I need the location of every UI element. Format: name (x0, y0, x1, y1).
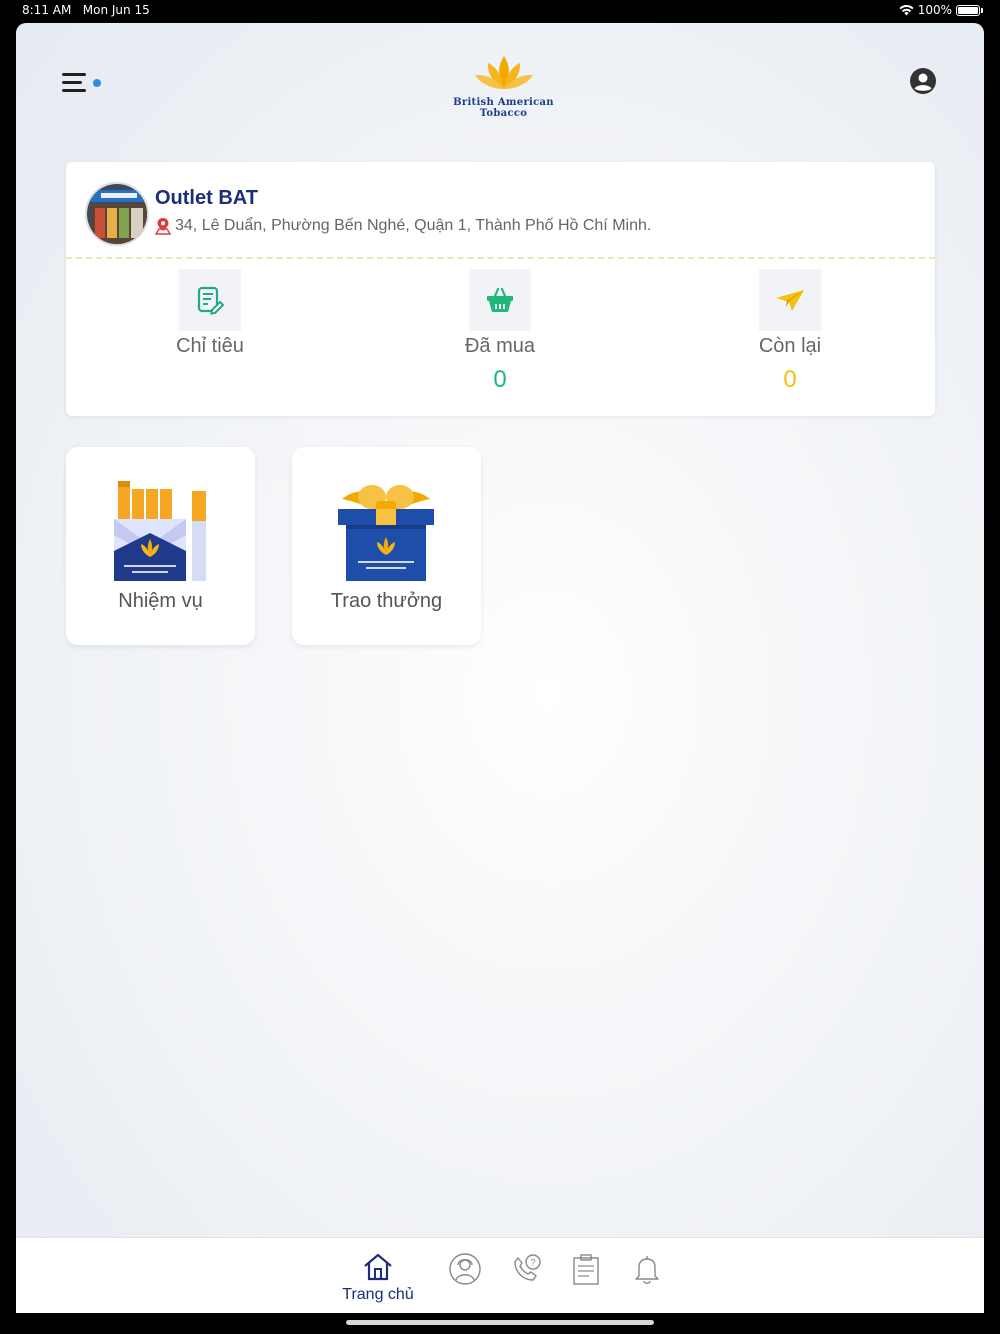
basket-icon (487, 287, 513, 312)
outlet-card: Outlet BAT 34, Lê Duẩn, Phường Bến Nghé,… (66, 162, 935, 416)
stat-purchased[interactable]: Đã mua 0 (420, 269, 580, 394)
cigarette-pack-icon (114, 481, 206, 581)
bat-leaf-icon (474, 56, 533, 89)
paper-plane-icon (776, 290, 804, 311)
app-header: British American Tobacco (16, 23, 984, 143)
stat-target-label: Chỉ tiêu (176, 335, 244, 357)
support-agent-icon (449, 1253, 481, 1285)
battery-icon (956, 4, 983, 16)
status-time: 8:11 AM Mon Jun 15 (22, 3, 150, 17)
target-notepad-icon (197, 286, 225, 315)
home-indicator[interactable] (346, 1320, 654, 1325)
phone-help-icon: ? (514, 1254, 541, 1281)
stat-target[interactable]: Chỉ tiêu (130, 269, 290, 366)
status-bar: 8:11 AM Mon Jun 15 100% (0, 0, 1000, 22)
nav-tasks[interactable] (566, 1252, 606, 1292)
logo-text-line2: Tobacco (479, 108, 528, 119)
outlet-address-text: 34, Lê Duẩn, Phường Bến Nghé, Quận 1, Th… (175, 217, 652, 234)
status-right: 100% (899, 3, 983, 17)
menu-button[interactable] (62, 71, 104, 95)
tile-missions[interactable]: Nhiệm vụ (66, 447, 255, 645)
notification-dot (93, 79, 101, 87)
outlet-name: Outlet BAT (155, 187, 258, 209)
stat-purchased-label: Đã mua (464, 335, 536, 357)
logo-text-line1: British American (453, 97, 554, 108)
nav-home-label: Trang chủ (342, 1286, 414, 1303)
outlet-avatar (85, 182, 149, 246)
stat-remaining[interactable]: Còn lại 0 (710, 269, 870, 394)
gift-box-icon (338, 485, 434, 581)
nav-support[interactable] (445, 1252, 485, 1292)
outlet-address: 34, Lê Duẩn, Phường Bến Nghé, Quận 1, Th… (155, 217, 651, 235)
bat-logo: British American Tobacco (446, 53, 561, 123)
wifi-icon (899, 4, 914, 15)
tile-rewards[interactable]: Trao thưởng (292, 447, 481, 645)
map-pin-icon (155, 218, 171, 235)
stat-purchased-icon-box (469, 269, 531, 331)
tile-rewards-label: Trao thưởng (330, 590, 443, 612)
app-screen: British American Tobacco Outlet BAT 34, … (16, 23, 984, 1313)
stat-purchased-value: 0 (493, 366, 507, 393)
nav-notifications[interactable] (627, 1252, 667, 1292)
nav-home[interactable]: Trang chủ (332, 1252, 424, 1312)
nav-phone-help[interactable]: ? (506, 1252, 546, 1292)
account-circle-icon[interactable] (909, 67, 937, 95)
svg-text:?: ? (531, 1258, 536, 1268)
stat-target-icon-box (179, 269, 241, 331)
bell-icon (635, 1256, 659, 1284)
dashed-divider (66, 257, 935, 259)
stat-remaining-value: 0 (783, 366, 797, 393)
clipboard-icon (573, 1254, 599, 1285)
bottom-nav: Trang chủ ? (16, 1237, 984, 1313)
home-icon (364, 1253, 392, 1281)
battery-percent: 100% (917, 3, 952, 17)
stat-remaining-icon-box (759, 269, 821, 331)
stat-remaining-label: Còn lại (758, 335, 822, 357)
tile-missions-label: Nhiệm vụ (118, 590, 203, 612)
